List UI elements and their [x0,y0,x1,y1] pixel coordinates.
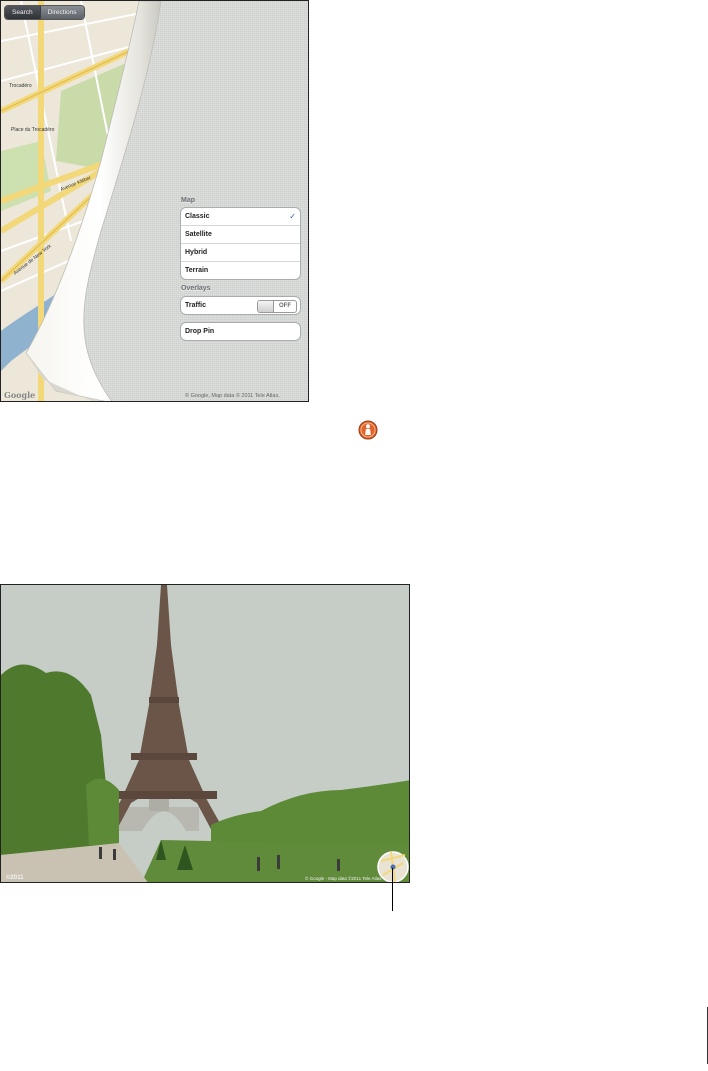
drop-pin-button[interactable]: Drop Pin [181,323,300,340]
overlays-list: Traffic OFF [180,296,301,315]
search-directions-segmented-control[interactable]: Search Directions [4,5,85,20]
callout-line [392,868,393,911]
mini-map-icon[interactable] [377,851,409,882]
map-type-terrain-label: Terrain [185,267,209,274]
street-view-panorama[interactable] [1,585,410,883]
street-view-attribution: © Google - Map data ©2011 Tele Atlas [305,876,382,881]
overlays-section-heading: Overlays [181,285,211,292]
tab-directions[interactable]: Directions [39,6,84,19]
tab-search[interactable]: Search [5,6,40,19]
toggle-thumb[interactable] [258,301,274,312]
map-type-satellite-label: Satellite [185,231,212,238]
map-label-place-trocadero: Place du Trocadéro [11,127,55,133]
map-type-classic[interactable]: Classic ✓ [181,208,300,225]
map-section-heading: Map [181,197,195,204]
map-type-hybrid[interactable]: Hybrid [181,243,300,261]
map-type-hybrid-label: Hybrid [185,249,208,256]
toggle-state-text: OFF [279,303,291,309]
google-logo: Google [4,390,36,400]
map-type-satellite[interactable]: Satellite [181,225,300,243]
map-type-classic-label: Classic [185,213,210,220]
traffic-row: Traffic OFF [181,297,300,314]
map-type-list: Classic ✓ Satellite Hybrid Terrain [180,207,301,280]
traffic-toggle[interactable]: OFF [257,300,297,313]
check-icon: ✓ [289,212,296,221]
traffic-label: Traffic [185,302,207,309]
map-label-trocadero: Trocadéro [9,83,32,89]
map-attribution: © Google, Map data © 2011 Tele Atlas, [185,393,280,399]
maps-settings-screenshot: Avenue de New York Trocadéro Avenue Kléb… [0,0,309,402]
street-view-screenshot: ©2011 © Google - Map data ©2011 Tele Atl… [0,584,410,883]
street-view-person-icon[interactable] [358,420,378,440]
street-view-logo: ©2011 [6,875,24,881]
map-type-terrain[interactable]: Terrain [181,261,300,279]
drop-pin-group: Drop Pin [180,322,301,341]
